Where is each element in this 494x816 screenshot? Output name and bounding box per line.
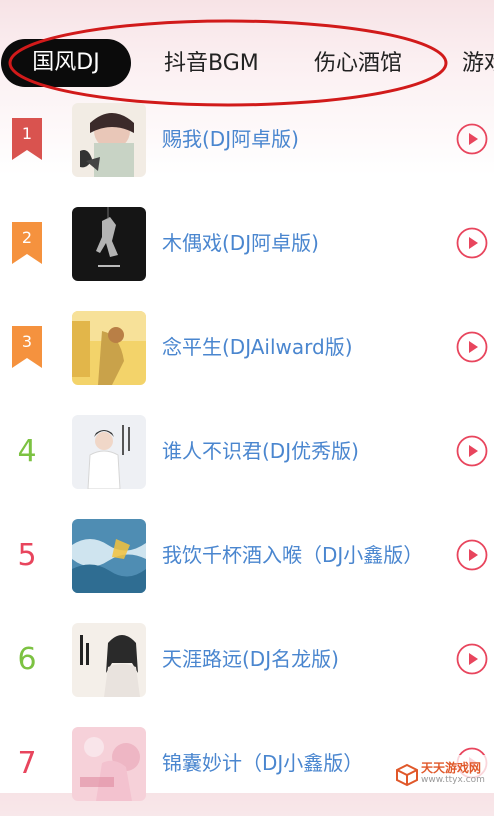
- rank-ribbon-badge: 2: [12, 222, 42, 264]
- song-title[interactable]: 天涯路远(DJ名龙版): [162, 644, 339, 674]
- album-cover[interactable]: [72, 311, 146, 385]
- song-title[interactable]: 念平生(DJAilward版): [162, 332, 353, 362]
- rank-ribbon-badge: 1: [12, 118, 42, 160]
- rank-label: 7: [17, 746, 37, 781]
- play-circle-icon[interactable]: [456, 435, 488, 467]
- play-circle-icon[interactable]: [456, 227, 488, 259]
- rank-ribbon-badge: 3: [12, 326, 42, 368]
- watermark-title: 天天游戏网: [421, 761, 482, 775]
- album-cover[interactable]: [72, 623, 146, 697]
- album-cover[interactable]: [72, 519, 146, 593]
- album-cover[interactable]: [72, 727, 146, 801]
- song-title[interactable]: 木偶戏(DJ阿卓版): [162, 228, 319, 258]
- tab-guofeng-dj[interactable]: 国风DJ: [1, 39, 131, 87]
- play-circle-icon[interactable]: [456, 643, 488, 675]
- play-circle-icon[interactable]: [456, 539, 488, 571]
- rank-label: 1: [21, 124, 33, 143]
- song-row[interactable]: 5 我饮千杯酒入喉（DJ小鑫版）: [0, 504, 494, 608]
- rank-label: 3: [21, 332, 33, 351]
- album-cover[interactable]: [72, 415, 146, 489]
- song-row[interactable]: 2 木偶戏(DJ阿卓版): [0, 192, 494, 296]
- play-circle-icon[interactable]: [456, 331, 488, 363]
- song-row[interactable]: 4 谁人不识君(DJ优秀版): [0, 400, 494, 504]
- album-cover[interactable]: [72, 207, 146, 281]
- site-watermark: 天天游戏网 www.ttyx.com: [393, 755, 494, 793]
- song-title[interactable]: 我饮千杯酒入喉（DJ小鑫版）: [162, 540, 423, 570]
- rank-label: 2: [21, 228, 33, 247]
- song-row[interactable]: 3 念平生(DJAilward版): [0, 296, 494, 400]
- rank-label: 5: [17, 538, 37, 573]
- rank-label: 4: [17, 434, 37, 469]
- play-circle-icon[interactable]: [456, 123, 488, 155]
- tab-youxi[interactable]: 游戏: [462, 44, 494, 84]
- song-row[interactable]: 6 天涯路远(DJ名龙版): [0, 608, 494, 712]
- rank-label: 6: [17, 642, 37, 677]
- cube-logo-icon: [396, 763, 418, 787]
- song-row[interactable]: 1 赐我(DJ阿卓版): [0, 88, 494, 192]
- tab-shangxin-jiuguan[interactable]: 伤心酒馆: [314, 44, 402, 84]
- song-title[interactable]: 赐我(DJ阿卓版): [162, 124, 299, 154]
- album-cover[interactable]: [72, 103, 146, 177]
- watermark-url: www.ttyx.com: [421, 775, 485, 785]
- song-title[interactable]: 锦囊妙计（DJ小鑫版）: [162, 748, 363, 778]
- song-title[interactable]: 谁人不识君(DJ优秀版): [162, 436, 359, 466]
- tab-douyin-bgm[interactable]: 抖音BGM: [164, 44, 259, 84]
